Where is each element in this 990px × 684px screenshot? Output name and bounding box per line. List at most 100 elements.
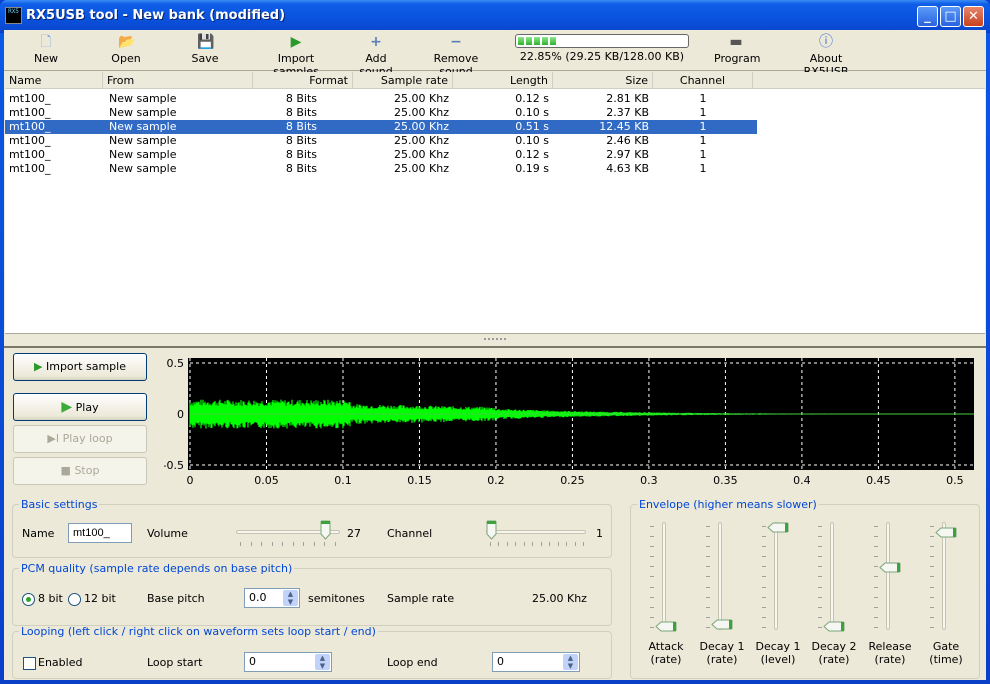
cell-size: 12.45 KB	[599, 120, 649, 133]
envelope-slider-thumb[interactable]	[823, 621, 845, 632]
column-header-name[interactable]: Name	[5, 72, 103, 89]
column-header-filler	[753, 72, 985, 89]
column-header-format[interactable]: Format	[253, 72, 353, 89]
envelope-slider-thumb[interactable]	[655, 621, 677, 632]
base-pitch-label: Base pitch	[147, 592, 205, 605]
base-pitch-value: 0.0	[249, 591, 267, 604]
table-row[interactable]: mt100_ New sample 8 Bits 25.00 Khz 0.10 s 2.3…	[5, 106, 757, 120]
envelope-slider-ticks	[818, 526, 822, 628]
table-row[interactable]: mt100_ New sample 8 Bits 25.00 Khz 0.19 s 4.6…	[5, 162, 757, 176]
envelope-slider-track[interactable]	[662, 522, 666, 630]
cell-length: 0.10 s	[515, 106, 549, 119]
close-button[interactable]: ✕	[963, 6, 984, 27]
play-button[interactable]: ▶ Play	[13, 393, 147, 421]
x-tick-label: 0.25	[560, 474, 585, 487]
toolbar: 🗋 New 📂 Open 💾 Save ▶ Import samples + A…	[4, 30, 986, 78]
volume-ticks	[240, 542, 336, 547]
spin-arrows-icon[interactable]: ▲ ▼	[283, 590, 298, 606]
loop-start-spinbox[interactable]: 0 ▲ ▼	[244, 652, 332, 672]
cell-sample-rate: 25.00 Khz	[394, 106, 449, 119]
plus-icon: +	[370, 34, 382, 50]
sample-rate-label: Sample rate	[387, 592, 455, 605]
import-sample-label: Import sample	[45, 360, 126, 373]
loop-end-spinbox[interactable]: 0 ▲ ▼	[492, 652, 580, 672]
minus-icon: −	[450, 34, 462, 50]
radio-12bit[interactable]	[68, 593, 81, 606]
cell-sample-rate: 25.00 Khz	[394, 120, 449, 133]
import-sample-button[interactable]: ▶ Import sample	[13, 353, 147, 381]
loop-enabled-checkbox[interactable]	[23, 657, 36, 670]
column-header-from[interactable]: From	[103, 72, 253, 89]
channel-slider-thumb[interactable]	[486, 520, 497, 540]
minimize-button[interactable]: _	[917, 6, 938, 27]
cell-format: 8 Bits	[285, 148, 317, 161]
semitones-label: semitones	[308, 592, 365, 605]
title-bar[interactable]: RX5 RX5USB tool - New bank (modified) _ …	[0, 0, 990, 33]
new-button[interactable]: 🗋 New	[32, 34, 60, 65]
envelope-slider-track[interactable]	[718, 522, 722, 630]
channel-slider-track[interactable]	[486, 530, 586, 534]
column-header-channel[interactable]: Channel	[653, 72, 753, 89]
stop-button[interactable]: ■ Stop	[13, 457, 147, 485]
cell-format: 8 Bits	[285, 106, 317, 119]
envelope-slider-label: Decay 1 (rate)	[699, 640, 745, 666]
waveform-plot[interactable]: 0 0.05 0.1 0.15 0.2 0.25 0.3 0.35 0.4 0.45 0.5 0.5 0…	[164, 354, 974, 494]
envelope-slider-track[interactable]	[830, 522, 834, 630]
program-label: Program	[714, 52, 761, 65]
window-title: RX5USB tool - New bank (modified)	[26, 8, 286, 23]
play-label: Play	[75, 401, 99, 414]
envelope-slider-thumb[interactable]	[935, 527, 957, 538]
envelope-slider-track[interactable]	[886, 522, 890, 630]
name-input[interactable]	[68, 523, 132, 543]
column-header-size[interactable]: Size	[553, 72, 653, 89]
open-button[interactable]: 📂 Open	[110, 34, 142, 65]
play-loop-button[interactable]: ▶I Play loop	[13, 425, 147, 453]
envelope-slider-label: Gate (time)	[929, 640, 963, 666]
envelope-slider-ticks	[930, 526, 934, 628]
envelope-slider-track[interactable]	[942, 522, 946, 630]
spin-arrows-icon[interactable]: ▲ ▼	[315, 654, 330, 670]
app-icon: RX5	[5, 7, 22, 24]
envelope-slider-thumb[interactable]	[879, 562, 901, 573]
cell-format: 8 Bits	[285, 120, 317, 133]
radio-8bit[interactable]	[22, 593, 35, 606]
column-header-length[interactable]: Length	[453, 72, 553, 89]
program-button[interactable]: ▬ Program	[714, 34, 761, 65]
sample-list[interactable]: Name From Format Sample rate Length Size…	[5, 72, 985, 334]
new-file-icon: 🗋	[40, 34, 52, 50]
volume-label: Volume	[147, 527, 188, 540]
splitter-handle[interactable]	[484, 338, 506, 341]
cell-size: 2.37 KB	[606, 106, 649, 119]
save-label: Save	[191, 52, 219, 65]
cell-name: mt100_	[9, 162, 51, 175]
envelope-slider-thumb[interactable]	[767, 522, 789, 533]
spin-arrows-icon[interactable]: ▲ ▼	[563, 654, 578, 670]
x-tick-label: 0.3	[640, 474, 658, 487]
column-header-sample-rate[interactable]: Sample rate	[353, 72, 453, 89]
table-row[interactable]: mt100_ New sample 8 Bits 25.00 Khz 0.12 s 2.9…	[5, 148, 757, 162]
x-tick-label: 0.45	[866, 474, 891, 487]
envelope-slider-ticks	[650, 526, 654, 628]
volume-slider-thumb[interactable]	[320, 520, 331, 540]
basic-settings-legend: Basic settings	[21, 498, 98, 511]
loop-start-label: Loop start	[147, 656, 203, 669]
radio-8bit-label[interactable]: 8 bit	[38, 592, 63, 605]
radio-12bit-label[interactable]: 12 bit	[84, 592, 116, 605]
cell-name: mt100_	[9, 120, 51, 133]
cell-format: 8 Bits	[285, 92, 317, 105]
maximize-button[interactable]: □	[940, 6, 961, 27]
envelope-slider-track[interactable]	[774, 522, 778, 630]
loop-start-value: 0	[249, 655, 256, 668]
progress-segment	[518, 37, 524, 45]
table-row[interactable]: mt100_ New sample 8 Bits 25.00 Khz 0.10 s 2.4…	[5, 134, 757, 148]
table-row[interactable]: mt100_ New sample 8 Bits 25.00 Khz 0.12 s 2.8…	[5, 92, 757, 106]
channel-value: 1	[596, 527, 603, 540]
table-row[interactable]: mt100_ New sample 8 Bits 25.00 Khz 0.51 s 12.…	[5, 120, 757, 134]
base-pitch-spinbox[interactable]: 0.0 ▲ ▼	[244, 588, 300, 608]
play-icon: ▶	[61, 399, 73, 415]
memory-usage-text: 22.85% (29.25 KB/128.00 KB)	[519, 50, 685, 63]
loop-enabled-label[interactable]: Enabled	[38, 656, 82, 669]
cell-from: New sample	[109, 148, 177, 161]
envelope-slider-thumb[interactable]	[711, 619, 733, 630]
save-button[interactable]: 💾 Save	[190, 34, 220, 65]
